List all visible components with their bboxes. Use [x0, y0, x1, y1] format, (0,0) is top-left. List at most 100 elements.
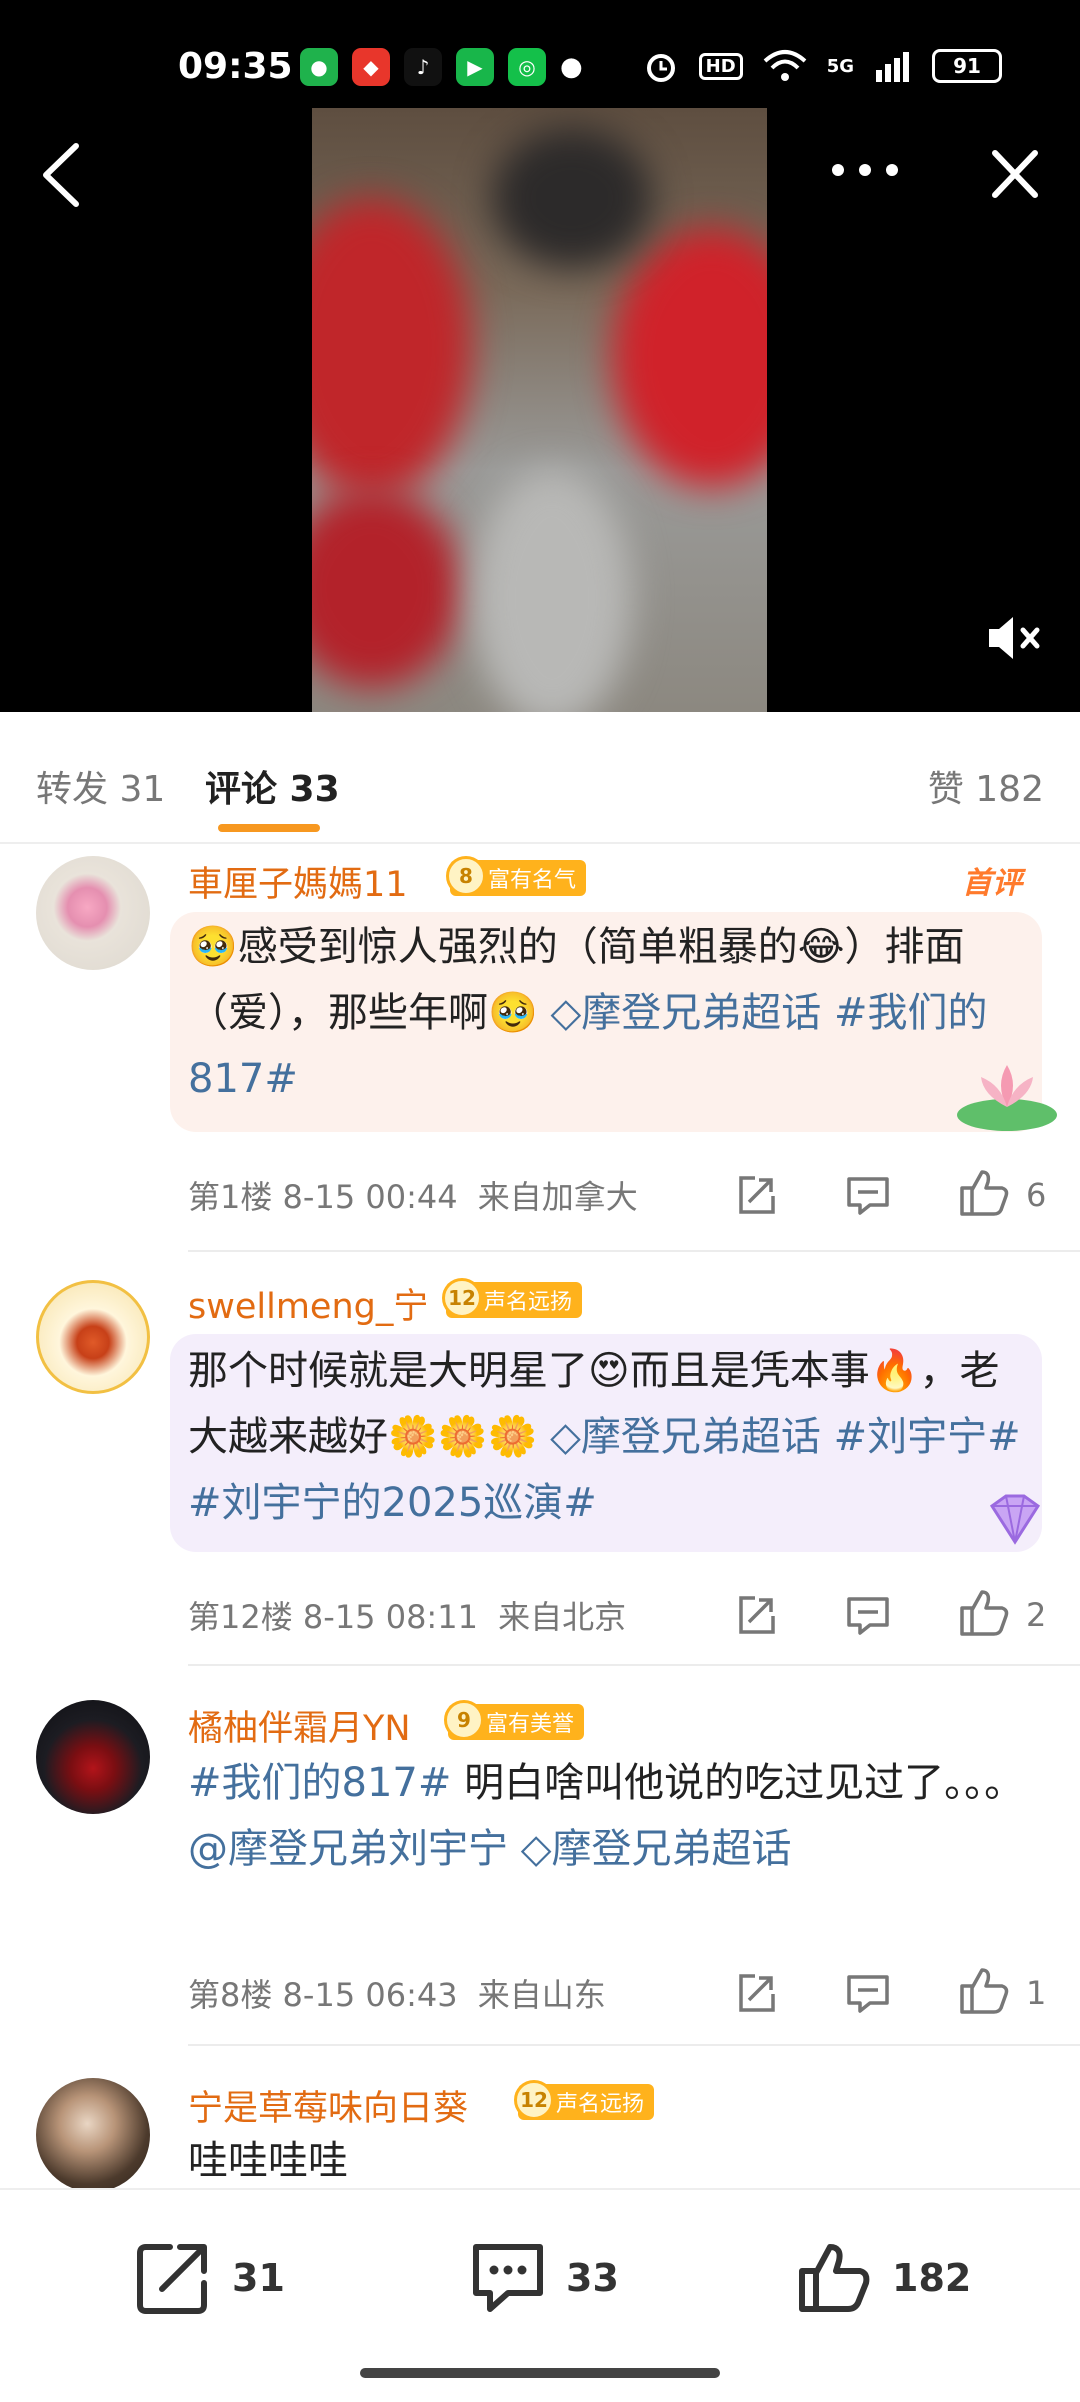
video-frame[interactable]	[312, 108, 767, 712]
like-icon[interactable]	[958, 1966, 1010, 2016]
wechat-icon: ●	[300, 48, 338, 86]
video-blob	[492, 128, 652, 268]
tiktok-icon: ♪	[404, 48, 442, 86]
comment-meta: 第8楼 8-15 06:43 来自山东	[188, 1970, 606, 2016]
bottom-action-bar: 31 33 182	[0, 2188, 1080, 2402]
avatar[interactable]	[36, 2078, 150, 2192]
app-icon: ◎	[508, 48, 546, 86]
tab-forward[interactable]: 转发 31	[36, 760, 165, 812]
like-icon[interactable]	[958, 1588, 1010, 1638]
comment-button[interactable]: 33	[470, 2238, 619, 2318]
hd-icon: HD	[698, 52, 743, 80]
comment-username[interactable]: 宁是草莓味向日葵	[188, 2080, 468, 2131]
badge-text: 声名远扬	[484, 1290, 573, 1315]
like-count: 2	[1026, 1596, 1047, 1634]
share-count: 31	[232, 2256, 285, 2300]
comment-meta: 第12楼 8-15 08:11 来自北京	[188, 1592, 626, 1638]
diamond-decoration-icon	[989, 1494, 1041, 1545]
like-icon[interactable]	[958, 1168, 1010, 1218]
video-app-icon: ▶	[456, 48, 494, 86]
badge-level: 8	[446, 856, 486, 896]
comment-time: 8-15 08:11	[302, 1598, 478, 1636]
floor-number: 第8楼	[188, 1976, 273, 2014]
mention-link[interactable]: @摩登兄弟刘宇宁	[188, 1826, 508, 1872]
avatar[interactable]	[36, 1280, 150, 1394]
comment-text: 🥹感受到惊人强烈的（简单粗暴的😂）排面 （爱），那些年啊🥹 ◇摩登兄弟超话 #我…	[188, 914, 1028, 1112]
like-count: 6	[1026, 1176, 1047, 1214]
share-icon[interactable]	[735, 1972, 777, 2014]
status-indicators: HD 5G 91	[643, 48, 1002, 84]
detail-tabs: 转发 31 评论 33 赞 182	[0, 712, 1080, 844]
comment-actions: 6	[730, 1168, 1050, 1222]
badge-level: 9	[444, 1700, 484, 1740]
status-bar: 09:35 ● ◆ ♪ ▶ ◎ ● HD 5G 91	[0, 40, 1080, 104]
avatar[interactable]	[36, 856, 150, 970]
hashtag-link[interactable]: #刘宇宁的2025巡演#	[188, 1480, 597, 1526]
hashtag-link[interactable]: #刘宇宁#	[834, 1414, 1021, 1460]
comment-text: 哇哇哇哇	[188, 2128, 1028, 2194]
topic-link[interactable]: ◇摩登兄弟超话	[550, 1414, 821, 1460]
share-icon[interactable]	[735, 1594, 777, 1636]
comment-body: 明白啥叫他说的吃过见过了。。。	[464, 1760, 1025, 1806]
close-icon[interactable]	[990, 148, 1040, 200]
comment-text: 那个时候就是大明星了😍而且是凭本事🔥，老大越来越好🌼🌼🌼 ◇摩登兄弟超话 #刘宇…	[188, 1338, 1028, 1536]
user-level-badge[interactable]: 9 富有美誉	[444, 1700, 585, 1740]
status-app-icons: ● ◆ ♪ ▶ ◎ ●	[300, 48, 583, 86]
share-button[interactable]: 31	[136, 2238, 285, 2318]
lotus-decoration-icon	[957, 1065, 1057, 1131]
avatar[interactable]	[36, 1700, 150, 1814]
comment-icon[interactable]	[846, 1596, 890, 1636]
comment-text: #我们的817# 明白啥叫他说的吃过见过了。。。 @摩登兄弟刘宇宁 ◇摩登兄弟超…	[188, 1750, 1028, 1882]
comment-meta: 第1楼 8-15 00:44 来自加拿大	[188, 1172, 638, 1218]
network-type: 5G	[826, 55, 854, 77]
floor-number: 第12楼	[188, 1598, 293, 1636]
comment-icon	[473, 2244, 543, 2312]
share-icon[interactable]	[735, 1174, 777, 1216]
badge-text: 富有名气	[488, 868, 577, 893]
comment-location: 来自山东	[477, 1976, 606, 2014]
tab-active-indicator	[218, 824, 320, 832]
user-level-badge[interactable]: 12 声名远扬	[514, 2080, 655, 2120]
mute-icon[interactable]	[985, 615, 1045, 661]
comment-divider	[188, 1250, 1080, 1252]
first-comment-tag: 首评	[962, 866, 1022, 901]
comment-icon[interactable]	[846, 1974, 890, 2014]
user-level-badge[interactable]: 8 富有名气	[446, 856, 587, 896]
share-icon	[137, 2244, 207, 2314]
signal-icon	[876, 52, 909, 82]
comment-username[interactable]: swellmeng_宁	[188, 1278, 428, 1329]
comment-icon[interactable]	[846, 1176, 890, 1216]
topic-link[interactable]: ◇摩登兄弟超话	[521, 1826, 792, 1872]
status-time: 09:35	[178, 46, 293, 87]
home-indicator[interactable]	[360, 2368, 720, 2378]
wifi-icon	[763, 50, 807, 81]
more-icon[interactable]	[830, 150, 900, 190]
back-icon[interactable]	[38, 140, 88, 210]
app-icon: ◆	[352, 48, 390, 86]
tab-like[interactable]: 赞 182	[928, 760, 1044, 812]
comment-location: 来自加拿大	[477, 1178, 638, 1216]
like-icon	[799, 2244, 870, 2312]
comment-username[interactable]: 橘柚伴霜月YN	[188, 1700, 411, 1751]
user-level-badge[interactable]: 12 声名远扬	[442, 1278, 583, 1318]
badge-level: 12	[442, 1278, 482, 1318]
battery-indicator: 91	[932, 49, 1002, 83]
video-blob	[472, 468, 632, 712]
badge-text: 声名远扬	[556, 2092, 645, 2117]
topic-link[interactable]: ◇摩登兄弟超话	[551, 990, 822, 1036]
comment-divider	[188, 1664, 1080, 1666]
like-button[interactable]: 182	[796, 2238, 971, 2318]
comment-username[interactable]: 車厘子媽媽11	[188, 856, 408, 907]
like-count: 1	[1026, 1974, 1047, 2012]
floor-number: 第1楼	[188, 1178, 273, 1216]
hashtag-link[interactable]: #我们的817#	[188, 1760, 451, 1806]
badge-text: 富有美誉	[486, 1712, 575, 1737]
video-blob	[312, 198, 472, 498]
tab-comment[interactable]: 评论 33	[205, 760, 340, 812]
video-player[interactable]: 09:35 ● ◆ ♪ ▶ ◎ ● HD 5G 91	[0, 0, 1080, 712]
more-notifications-dot: ●	[560, 52, 583, 82]
comment-count: 33	[566, 2256, 619, 2300]
comment-time: 8-15 00:44	[282, 1178, 458, 1216]
comment-body: 哇哇哇哇	[188, 2138, 348, 2184]
comment-divider	[188, 2044, 1080, 2046]
